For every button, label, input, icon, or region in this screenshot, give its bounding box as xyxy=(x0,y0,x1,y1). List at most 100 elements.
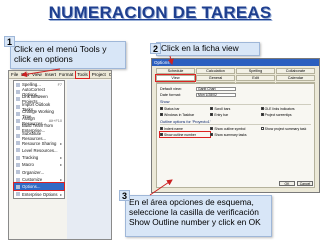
step-3-number: 3 xyxy=(119,190,130,201)
checkbox-box[interactable] xyxy=(160,127,163,130)
menu-item-label: Tracking xyxy=(22,155,39,161)
view-tab-panel: Default view: Gantt Chart Date format: Mon … xyxy=(156,83,315,188)
menu-item-16[interactable]: Enterprise Options ▸ xyxy=(14,190,64,197)
checkbox-box[interactable] xyxy=(210,107,214,110)
checkbox-box[interactable] xyxy=(260,127,264,130)
tab-collaborate[interactable]: Collaborate xyxy=(276,68,315,74)
step-3-callout: En el área opciones de esquema, seleccio… xyxy=(125,195,272,237)
checkbox-box[interactable] xyxy=(160,113,163,116)
project-background xyxy=(67,80,111,239)
autocorrect-icon xyxy=(16,89,20,94)
menubar-item-insert[interactable]: Insert xyxy=(45,71,56,78)
checkbox-box[interactable] xyxy=(160,133,163,136)
share-icon xyxy=(16,141,20,146)
field-value[interactable]: Gantt Chart xyxy=(196,86,236,92)
dialog-title: Options xyxy=(152,59,319,66)
checkbox-box[interactable] xyxy=(260,107,264,110)
menubar-item-file[interactable]: File xyxy=(11,71,18,78)
checkbox-label: Scroll bars xyxy=(214,106,231,111)
checkbox-project-screentips[interactable]: Project screentips xyxy=(260,112,311,117)
menu-item-10[interactable]: Level Resources... xyxy=(14,147,64,154)
menu-item-11[interactable]: Tracking ▸ xyxy=(14,154,64,161)
menu-item-accelerator: ▸ xyxy=(60,178,62,182)
menubar-item-collaborate[interactable]: Collaborate xyxy=(109,71,111,78)
checkbox-ole-links-indicators[interactable]: OLE links indicators xyxy=(260,106,311,111)
checkbox-show-outline-symbol[interactable]: Show outline symbol xyxy=(210,126,260,131)
step-1-text: Click en el menú Tools y click en option… xyxy=(14,44,107,65)
menu-item-accelerator: ▸ xyxy=(60,141,62,146)
menu-item-label: Macro xyxy=(22,162,34,168)
menu-item-label: Options... xyxy=(22,184,41,190)
macro-icon xyxy=(16,162,20,167)
team-icon xyxy=(16,126,20,131)
outline-options: Indent name Show outline symbol Show proje… xyxy=(158,125,311,138)
menu-item-8[interactable]: Substitute Resources... xyxy=(14,130,64,141)
menu-item-label: Substitute Resources... xyxy=(22,130,47,141)
checkbox-label: Project screentips xyxy=(264,112,292,117)
menu-item-accelerator: ▸ xyxy=(60,192,62,197)
checkbox-box[interactable] xyxy=(210,113,214,116)
cancel-button[interactable]: Cancel xyxy=(297,181,313,186)
menu-item-14[interactable]: Customize ▸ xyxy=(14,176,64,183)
field-value[interactable]: Mon 1/28/02 xyxy=(196,92,236,98)
checkbox-box[interactable] xyxy=(210,127,214,130)
tab-calculation[interactable]: Calculation xyxy=(196,68,235,74)
checkbox-label: Indent name xyxy=(164,126,183,131)
menubar-item-format[interactable]: Format xyxy=(59,71,73,78)
menu-bar: FileEditViewInsertFormatToolsProjectColl… xyxy=(9,71,111,79)
menubar-item-tools[interactable]: Tools xyxy=(75,71,90,79)
checkbox-indent-name[interactable]: Indent name xyxy=(160,126,210,131)
tab-schedule[interactable]: Schedule xyxy=(156,68,195,74)
tools-menu: Spelling... F7 AutoCorrect Options... Link … xyxy=(13,80,65,199)
checkbox-show-project-summary-task[interactable]: Show project summary task xyxy=(260,126,311,131)
menu-item-label: Organizer... xyxy=(22,169,45,175)
checkbox-box[interactable] xyxy=(160,107,163,110)
checkbox-box[interactable] xyxy=(260,113,264,116)
checkbox-entry-bar[interactable]: Entry bar xyxy=(210,112,260,117)
checkbox-label: Show summary tasks xyxy=(214,132,247,137)
checkbox-scroll-bars[interactable]: Scroll bars xyxy=(210,106,260,111)
tab-calendar[interactable]: Calendar xyxy=(276,75,315,81)
menu-item-label: Resource Sharing xyxy=(22,140,57,146)
checkbox-label: Show outline number xyxy=(164,132,196,137)
step-1-callout: Click en el menú Tools y click en option… xyxy=(10,41,126,69)
menu-item-13[interactable]: Organizer... xyxy=(14,169,64,176)
checkbox-label: Entry bar xyxy=(214,112,229,117)
menu-item-12[interactable]: Macro ▸ xyxy=(14,161,64,168)
checkbox-box[interactable] xyxy=(210,133,214,136)
tools-menu-screenshot: FileEditViewInsertFormatToolsProjectColl… xyxy=(8,70,112,240)
field-row: Date format: Mon 1/28/02 xyxy=(160,92,311,98)
checkbox-label: Show project summary task xyxy=(264,126,307,131)
tab-spelling[interactable]: Spelling xyxy=(236,68,275,74)
checkbox-show-summary-tasks[interactable]: Show summary tasks xyxy=(210,132,260,137)
checkbox-label: Show outline symbol xyxy=(214,126,246,131)
checkbox-label: Status bar xyxy=(164,106,180,111)
checkbox-show-outline-number[interactable]: Show outline number xyxy=(158,131,212,138)
options-icon xyxy=(16,184,20,189)
organizer-icon xyxy=(16,170,20,175)
field-label: Default view: xyxy=(160,87,182,91)
options-dialog: Options Schedule Calculation Spelling Colla… xyxy=(151,58,320,193)
menubar-item-project[interactable]: Project xyxy=(92,71,106,78)
tab-edit[interactable]: Edit xyxy=(236,75,275,81)
step-2-callout: Click en la ficha view xyxy=(156,42,260,56)
ok-button[interactable]: OK xyxy=(279,181,295,186)
dialog-buttons: OK Cancel xyxy=(279,181,313,186)
checkbox-label: Windows in Taskbar xyxy=(164,112,195,117)
menu-item-15[interactable]: Options... xyxy=(13,182,65,192)
slide-title: NUMERACION DE TAREAS xyxy=(48,3,272,22)
menubar-item-edit[interactable]: Edit xyxy=(21,71,29,78)
spelling-icon xyxy=(16,82,20,87)
enterprise-icon xyxy=(16,192,20,197)
field-label: Date format: xyxy=(160,93,181,97)
menubar-item-view[interactable]: View xyxy=(32,71,42,78)
checkbox-windows-in-taskbar[interactable]: Windows in Taskbar xyxy=(160,112,210,117)
step-1-number: 1 xyxy=(4,36,15,47)
level-icon xyxy=(16,148,20,153)
outlook-icon xyxy=(16,104,20,109)
checkbox-label: OLE links indicators xyxy=(264,106,295,111)
calendar-icon xyxy=(16,111,20,116)
tab-general[interactable]: General xyxy=(196,75,235,81)
checkbox-status-bar[interactable]: Status bar xyxy=(160,106,210,111)
tab-view[interactable]: View xyxy=(155,74,196,82)
